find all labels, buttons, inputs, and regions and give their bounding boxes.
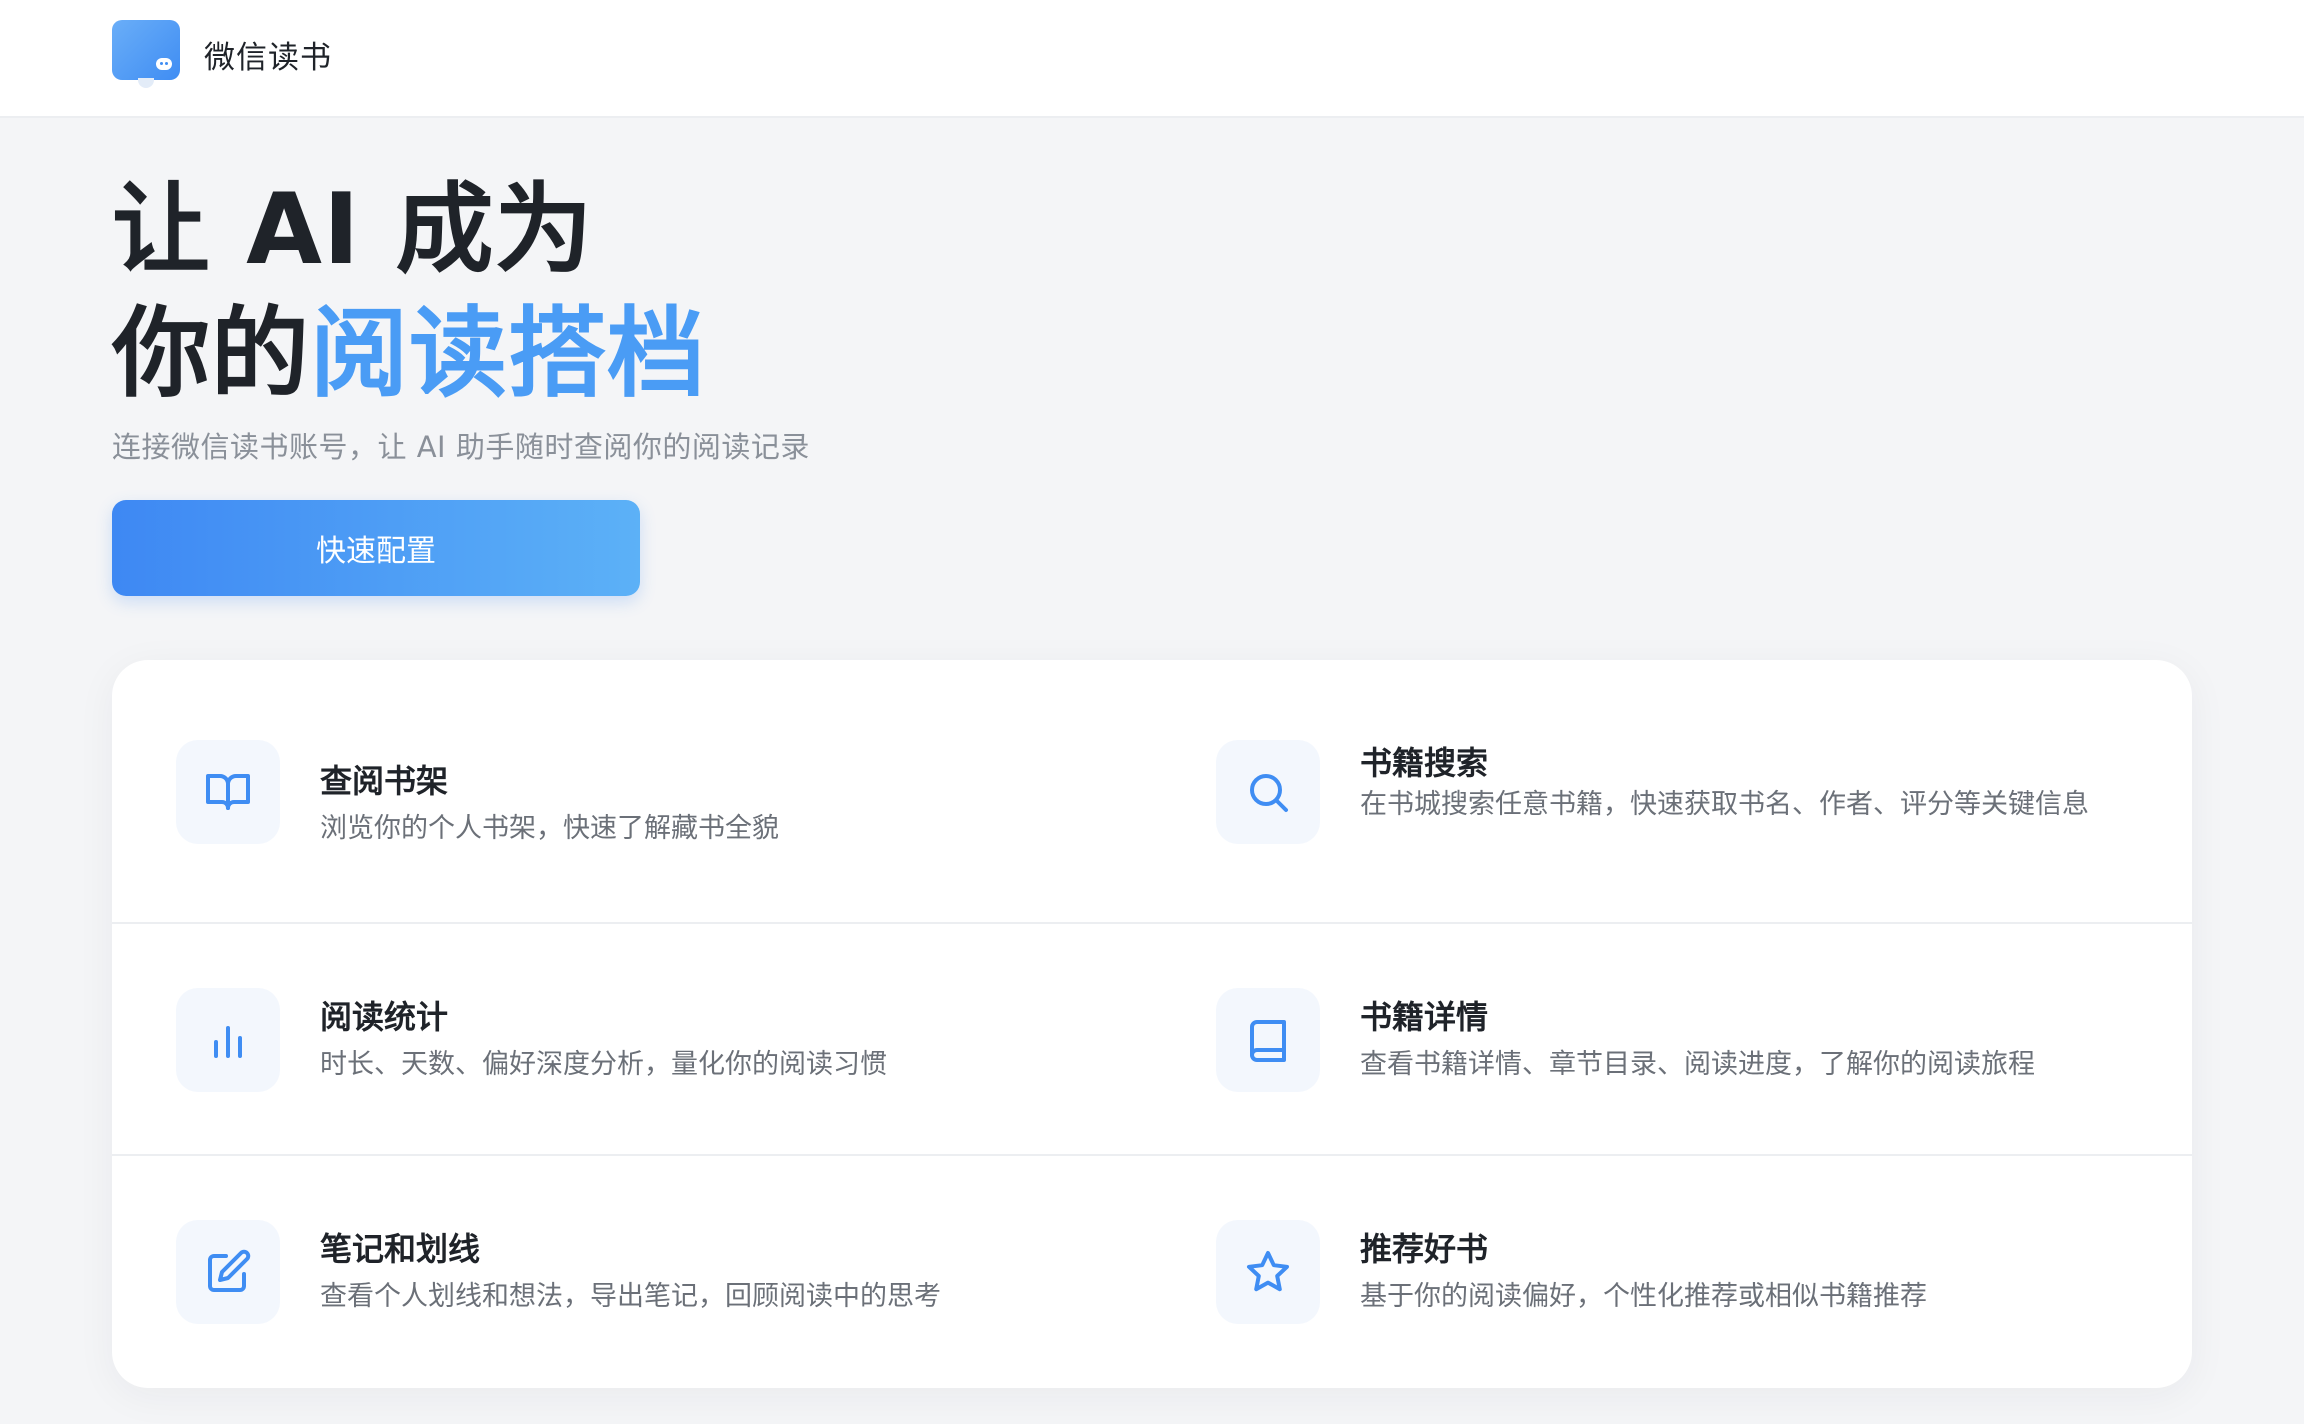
bar-chart-icon (176, 988, 280, 1092)
feature-desc: 查看个人划线和想法，导出笔记，回顾阅读中的思考 (320, 1281, 941, 1312)
feature-desc: 时长、天数、偏好深度分析，量化你的阅读习惯 (320, 1049, 887, 1080)
feature-desc: 查看书籍详情、章节目录、阅读进度，了解你的阅读旅程 (1360, 1049, 2035, 1080)
feature-title: 查阅书架 (320, 762, 449, 800)
hero-title-prefix: 你的 (112, 297, 311, 411)
feature-notes-highlights[interactable]: 笔记和划线 查看个人划线和想法，导出笔记，回顾阅读中的思考 (176, 1220, 1076, 1330)
feature-title: 书籍详情 (1360, 998, 1489, 1036)
hero-title: 让 AI 成为 你的阅读搭档 (112, 168, 706, 416)
book-icon (1216, 988, 1320, 1092)
feature-desc: 在书城搜索任意书籍，快速获取书名、作者、评分等关键信息 (1360, 789, 2089, 820)
hero-title-accent: 阅读搭档 (310, 297, 707, 411)
feature-desc: 浏览你的个人书架，快速了解藏书全貌 (320, 813, 779, 844)
feature-title: 笔记和划线 (320, 1230, 481, 1268)
star-icon (1216, 1220, 1320, 1324)
feature-desc: 基于你的阅读偏好，个性化推荐或相似书籍推荐 (1360, 1281, 1927, 1312)
top-header: 微信读书 (0, 0, 2304, 118)
row-divider (112, 922, 2192, 924)
feature-bookshelf[interactable]: 查阅书架 浏览你的个人书架，快速了解藏书全貌 (176, 740, 1076, 850)
brand-name: 微信读书 (204, 40, 332, 76)
feature-reading-stats[interactable]: 阅读统计 时长、天数、偏好深度分析，量化你的阅读习惯 (176, 988, 1076, 1098)
quick-setup-button[interactable]: 快速配置 (112, 500, 640, 596)
feature-recommend-books[interactable]: 推荐好书 基于你的阅读偏好，个性化推荐或相似书籍推荐 (1216, 1220, 2136, 1330)
feature-title: 推荐好书 (1360, 1230, 1489, 1268)
open-book-icon (176, 740, 280, 844)
feature-title: 阅读统计 (320, 998, 449, 1036)
row-divider (112, 1154, 2192, 1156)
hero-title-line1: 让 AI 成为 (112, 173, 594, 287)
weread-logo-icon[interactable] (112, 20, 180, 88)
hero-subtitle: 连接微信读书账号，让 AI 助手随时查阅你的阅读记录 (112, 430, 810, 464)
features-card: 查阅书架 浏览你的个人书架，快速了解藏书全貌 书籍搜索 在书城搜索任意书籍，快速… (112, 660, 2192, 1388)
feature-book-details[interactable]: 书籍详情 查看书籍详情、章节目录、阅读进度，了解你的阅读旅程 (1216, 988, 2136, 1098)
feature-title: 书籍搜索 (1360, 744, 1489, 782)
hero-title-line2: 你的阅读搭档 (112, 292, 706, 416)
search-icon (1216, 740, 1320, 844)
feature-book-search[interactable]: 书籍搜索 在书城搜索任意书籍，快速获取书名、作者、评分等关键信息 (1216, 740, 2136, 880)
edit-icon (176, 1220, 280, 1324)
